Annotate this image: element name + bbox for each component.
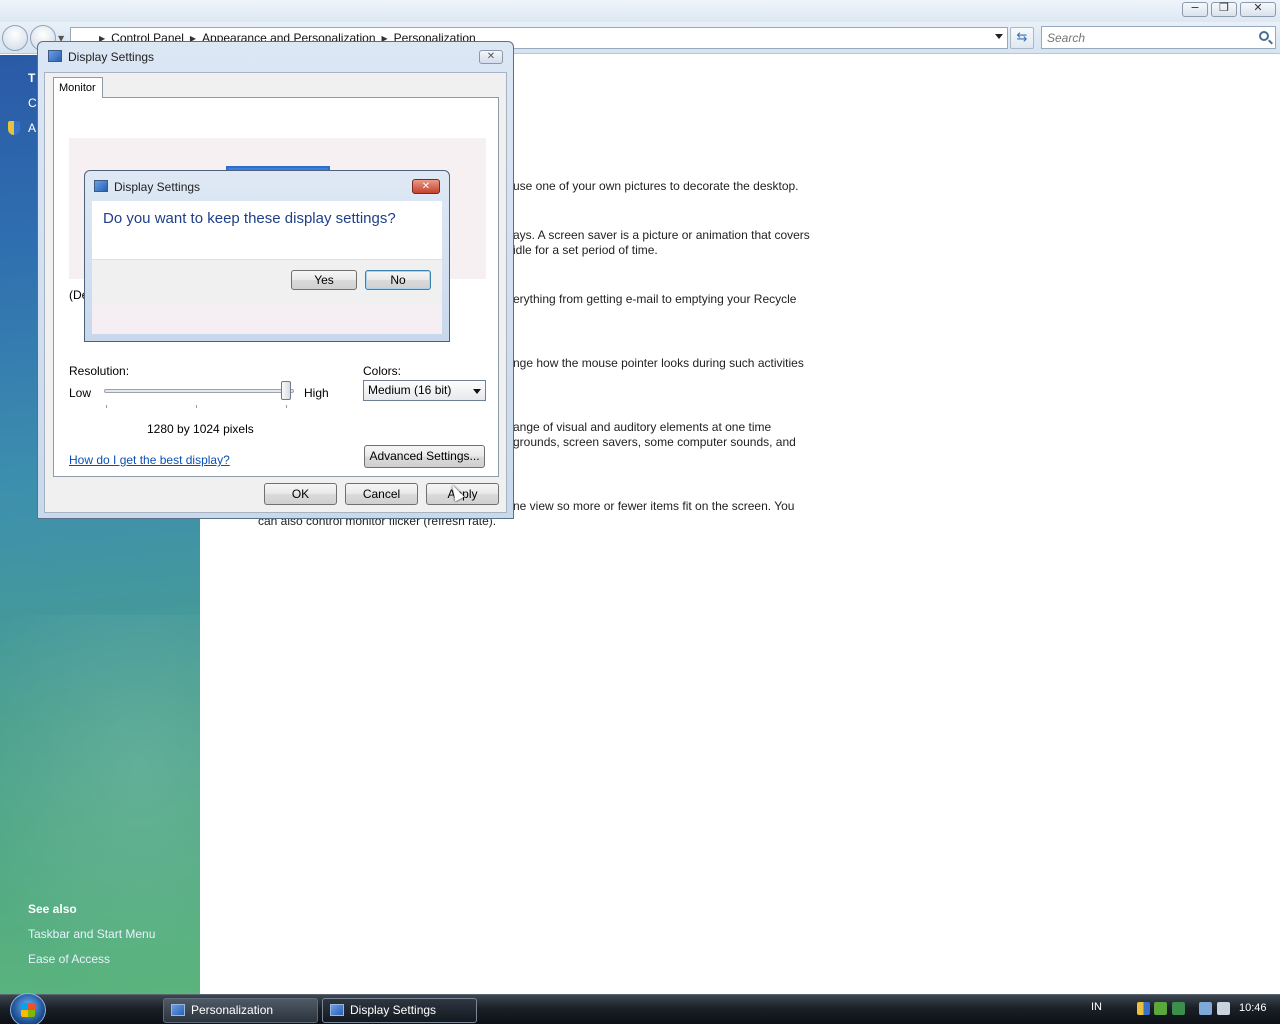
taskbar-button-label: Personalization	[191, 1003, 274, 1017]
desktop-background-description: use one of your own pictures to decorate…	[513, 179, 799, 193]
chevron-down-icon	[473, 389, 481, 394]
minimize-button[interactable]: −	[1182, 1, 1208, 17]
confirm-dialog-title: Display Settings	[114, 180, 201, 194]
screen-saver-description: idle for a set period of time.	[513, 243, 658, 257]
ok-button[interactable]: OK	[264, 483, 337, 505]
minimize-icon: −	[1190, 1, 1200, 14]
best-display-help-link[interactable]: How do I get the best display?	[69, 453, 230, 467]
refresh-icon: ⇆	[1016, 30, 1028, 45]
updates-icon[interactable]	[1172, 1002, 1185, 1015]
confirm-message-area: Do you want to keep these display settin…	[92, 201, 442, 259]
taskbar-button-display-settings[interactable]: Display Settings	[322, 998, 477, 1023]
confirm-footer	[92, 304, 442, 334]
task-link[interactable]: C	[28, 96, 37, 110]
language-indicator[interactable]: IN	[1091, 1001, 1102, 1013]
search-icon[interactable]	[1259, 31, 1269, 41]
theme-description: ange of visual and auditory elements at …	[513, 420, 772, 434]
close-icon: ✕	[1253, 1, 1263, 14]
screen-saver-description: ays. A screen saver is a picture or anim…	[513, 228, 810, 242]
display-settings-icon	[330, 1004, 344, 1016]
control-panel-icon	[171, 1004, 185, 1016]
colors-selected-value: Medium (16 bit)	[368, 383, 452, 397]
low-label: Low	[69, 386, 92, 400]
mouse-pointers-description: nge how the mouse pointer looks during s…	[513, 356, 804, 370]
display-settings-icon	[94, 180, 108, 192]
task-link[interactable]: T	[28, 71, 35, 85]
refresh-button[interactable]: ⇆	[1010, 27, 1034, 49]
maximize-button[interactable]: ❐	[1211, 1, 1237, 17]
uac-shield-icon	[8, 121, 20, 135]
taskbar-button-label: Display Settings	[350, 1003, 437, 1017]
sounds-description: erything from getting e-mail to emptying…	[513, 292, 797, 306]
slider-tick	[106, 405, 107, 408]
theme-description: grounds, screen savers, some computer so…	[513, 435, 796, 449]
resolution-slider[interactable]	[104, 389, 294, 393]
search-input[interactable]	[1047, 30, 1252, 45]
windows-logo-icon	[21, 1003, 35, 1017]
taskbar-button-personalization[interactable]: Personalization	[163, 998, 318, 1023]
confirm-button-area: Yes No	[92, 259, 442, 334]
tab-monitor[interactable]: Monitor	[53, 77, 103, 98]
keep-settings-dialog: Display Settings ✕ Do you want to keep t…	[84, 170, 450, 342]
colors-label: Colors:	[363, 364, 402, 378]
colors-dropdown[interactable]: Medium (16 bit)	[363, 380, 486, 401]
see-also-heading: See also	[28, 902, 77, 916]
back-button[interactable]	[2, 25, 28, 51]
task-link[interactable]: A	[28, 121, 36, 135]
search-box[interactable]	[1041, 26, 1276, 49]
resolution-slider-thumb[interactable]	[281, 381, 291, 400]
keep-settings-question: Do you want to keep these display settin…	[103, 210, 396, 227]
yes-button[interactable]: Yes	[291, 270, 357, 290]
volume-muted-icon[interactable]	[1217, 1002, 1230, 1015]
close-icon: ✕	[486, 51, 496, 62]
window-titlebar: − ❐ ✕	[0, 0, 1280, 22]
confirm-close-button[interactable]: ✕	[412, 179, 440, 194]
close-icon: ✕	[421, 181, 431, 192]
display-settings-icon	[48, 50, 62, 62]
taskbar: Personalization Display Settings IN 10:4…	[0, 993, 1280, 1024]
no-button[interactable]: No	[365, 270, 431, 290]
resolution-value: 1280 by 1024 pixels	[147, 422, 254, 436]
clock[interactable]: 10:46	[1239, 1002, 1267, 1014]
start-button[interactable]	[10, 993, 46, 1024]
address-dropdown-icon[interactable]	[995, 34, 1003, 39]
dialog-close-button[interactable]: ✕	[479, 50, 503, 64]
high-label: High	[304, 386, 329, 400]
cancel-button[interactable]: Cancel	[345, 483, 418, 505]
display-settings-description: ne view so more or fewer items fit on th…	[513, 499, 795, 513]
restore-icon: ❐	[1219, 1, 1229, 14]
slider-tick	[286, 405, 287, 408]
dialog-title: Display Settings	[68, 50, 155, 64]
resolution-label: Resolution:	[69, 364, 130, 378]
see-also-link-taskbar[interactable]: Taskbar and Start Menu	[28, 927, 155, 941]
see-also-link-ease-of-access[interactable]: Ease of Access	[28, 952, 110, 966]
slider-tick	[196, 405, 197, 408]
caption-buttons: − ❐ ✕	[1182, 1, 1276, 17]
security-shield-icon[interactable]	[1137, 1002, 1150, 1015]
advanced-settings-button[interactable]: Advanced Settings...	[364, 445, 485, 468]
network-icon[interactable]	[1199, 1002, 1212, 1015]
close-button[interactable]: ✕	[1240, 1, 1276, 17]
antivirus-icon[interactable]	[1154, 1002, 1167, 1015]
